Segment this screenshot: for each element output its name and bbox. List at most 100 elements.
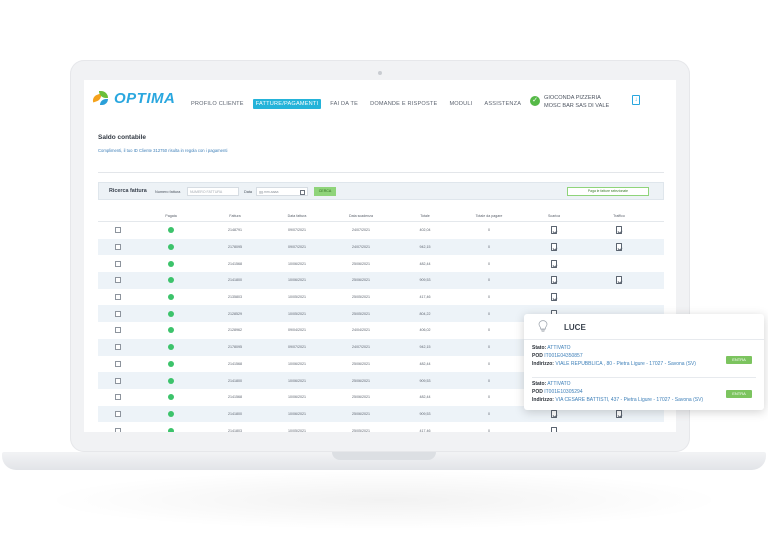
row-checkbox[interactable]: [115, 227, 121, 234]
calendar-icon[interactable]: [300, 189, 305, 195]
total: 482,44: [419, 261, 431, 266]
invoice-number-label: Numero fattura: [155, 189, 181, 194]
table-cell: [586, 226, 652, 235]
invoice-number: 2178095: [228, 245, 242, 250]
paid-status-dot: [168, 394, 174, 401]
date-label: Data: [244, 189, 253, 194]
table-cell: [98, 377, 138, 384]
invoice-number: 2141800: [228, 378, 242, 383]
amount-due: 0: [488, 328, 490, 333]
row-checkbox[interactable]: [115, 427, 121, 432]
invoice-date: 09/07/2021: [288, 228, 306, 233]
paid-status-dot: [168, 344, 174, 351]
row-checkbox[interactable]: [115, 244, 121, 251]
column-header: Data scadenza: [349, 213, 373, 218]
nav-item-5[interactable]: ASSISTENZA: [481, 99, 524, 109]
paid-status-dot: [168, 327, 174, 334]
paid-status-dot: [168, 227, 174, 234]
due-date: 25/06/2021: [352, 378, 370, 383]
check-circle-icon: ✓: [530, 96, 540, 106]
invoice-number: 2128962: [228, 328, 242, 333]
lightbulb-icon: [538, 320, 548, 332]
nav-item-0[interactable]: PROFILO CLIENTE: [188, 99, 247, 109]
row-checkbox[interactable]: [115, 277, 121, 284]
due-date: 24/07/2021: [352, 345, 370, 350]
traffic-download-icon[interactable]: [616, 276, 622, 285]
amount-due: 0: [488, 228, 490, 233]
search-button[interactable]: CERCA: [314, 187, 336, 196]
download-icon[interactable]: ↓: [632, 95, 640, 105]
invoice-number-input[interactable]: NUMERO FATTURA: [187, 187, 239, 196]
enter-button[interactable]: ENTRA: [726, 356, 752, 364]
download-invoice-icon[interactable]: [551, 243, 557, 252]
row-checkbox[interactable]: [115, 327, 121, 334]
due-date: 25/05/2021: [352, 295, 370, 300]
due-date: 25/06/2021: [352, 361, 370, 366]
nav-item-2[interactable]: FAI DA TE: [327, 99, 361, 109]
status-value: ATTIVATO: [547, 381, 571, 387]
table-row: 2141800 10/06/2021 25/06/2021 909,53 0: [98, 272, 664, 289]
row-checkbox[interactable]: [115, 377, 121, 384]
paid-status-dot: [168, 277, 174, 284]
table-row: 2141568 10/06/2021 25/06/2021 482,44 0: [98, 255, 664, 272]
amount-due: 0: [488, 428, 490, 432]
traffic-download-icon[interactable]: [616, 409, 622, 418]
table-cell: [98, 294, 138, 301]
table-row: 2148791 09/07/2021 24/07/2021 402,04 0: [98, 222, 664, 239]
download-invoice-icon[interactable]: [551, 293, 557, 302]
due-date: 24/07/2021: [352, 245, 370, 250]
pod-label: POD: [532, 389, 543, 395]
total: 909,53: [419, 378, 431, 383]
nav-item-3[interactable]: DOMANDE E RISPOSTE: [367, 99, 440, 109]
invoice-date: 09/07/2021: [288, 345, 306, 350]
total: 417,46: [419, 295, 431, 300]
row-checkbox[interactable]: [115, 394, 121, 401]
invoice-date: 10/06/2021: [288, 361, 306, 366]
optima-logo[interactable]: OPTIMA: [91, 90, 176, 107]
invoice-number: 2141568: [228, 395, 242, 400]
traffic-download-icon[interactable]: [616, 226, 622, 235]
column-header: Pagata: [165, 213, 177, 218]
paid-status-dot: [168, 377, 174, 384]
row-checkbox[interactable]: [115, 260, 121, 267]
due-date: 25/06/2021: [352, 261, 370, 266]
invoice-date: 10/05/2021: [288, 311, 306, 316]
nav-item-1[interactable]: FATTURE/PAGAMENTI: [252, 99, 322, 109]
amount-due: 0: [488, 245, 490, 250]
amount-due: 0: [488, 278, 490, 283]
enter-button[interactable]: ENTRA: [726, 390, 752, 398]
address-value: VIALE REPUBBLICA , 80 - Pietra Ligure - …: [555, 361, 696, 367]
nav-item-4[interactable]: MODULI: [446, 99, 475, 109]
page-subtitle: Complimenti, il tuo ID Cliente 312750 ri…: [98, 148, 228, 153]
download-invoice-icon[interactable]: [551, 409, 557, 418]
row-checkbox[interactable]: [115, 310, 121, 317]
date-placeholder: gg.mm.aaaa: [259, 190, 279, 194]
column-header: Totale: [420, 213, 430, 218]
account-info[interactable]: ✓ GIOCONDA PIZZERIA MOSC BAR SAS DI VALE: [530, 94, 609, 110]
invoice-date: 10/05/2021: [288, 295, 306, 300]
traffic-download-icon[interactable]: [616, 243, 622, 252]
download-invoice-icon[interactable]: [551, 226, 557, 235]
download-invoice-icon[interactable]: [551, 259, 557, 268]
amount-due: 0: [488, 411, 490, 416]
amount-due: 0: [488, 395, 490, 400]
table-cell: [98, 310, 138, 317]
row-checkbox[interactable]: [115, 294, 121, 301]
row-checkbox[interactable]: [115, 344, 121, 351]
date-input[interactable]: gg.mm.aaaa: [256, 187, 308, 196]
logo-text: OPTIMA: [114, 90, 176, 107]
table-cell: [98, 394, 138, 401]
status-value: ATTIVATO: [547, 345, 571, 351]
total: 942,15: [419, 345, 431, 350]
row-checkbox[interactable]: [115, 360, 121, 367]
table-cell: [98, 360, 138, 367]
table-row: 2178095 09/07/2021 24/07/2021 942,15 0: [98, 238, 664, 256]
download-invoice-icon[interactable]: [551, 426, 557, 432]
account-company: MOSC BAR SAS DI VALE: [544, 103, 610, 109]
total: 417,46: [419, 428, 431, 432]
table-cell: [522, 426, 586, 432]
row-checkbox[interactable]: [115, 410, 121, 417]
pay-selected-button[interactable]: Paga le fatture selezionate: [567, 187, 649, 196]
download-invoice-icon[interactable]: [551, 276, 557, 285]
total: 909,53: [419, 278, 431, 283]
